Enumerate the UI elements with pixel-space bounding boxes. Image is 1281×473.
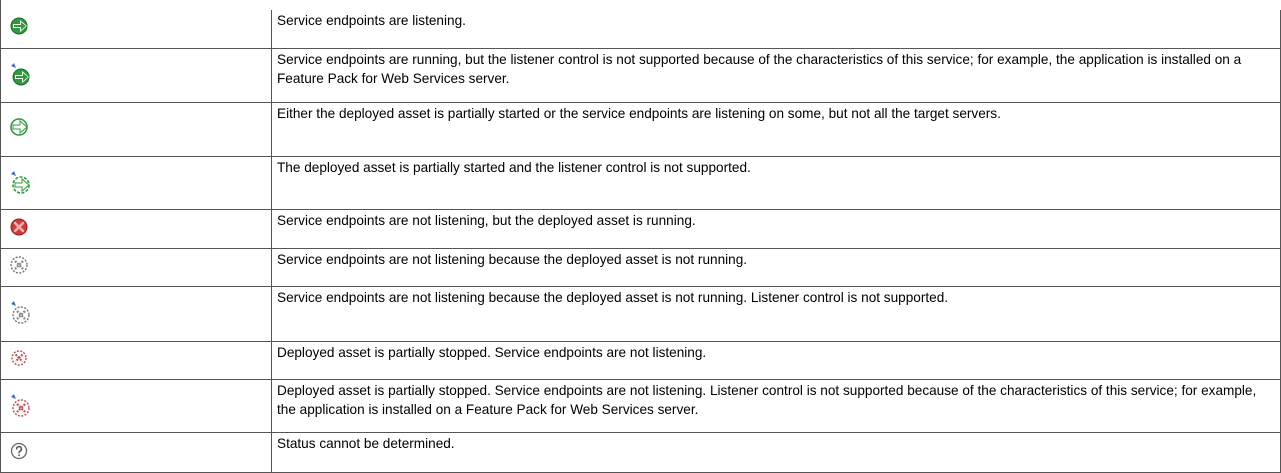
description-cell: Status cannot be determined.	[271, 432, 1281, 473]
table-row: Status cannot be determined.	[0, 432, 1281, 473]
table-row: Service endpoints are running, but the l…	[0, 47, 1281, 104]
partial-stop-icon	[9, 347, 31, 369]
description-cell: Deployed asset is partially stopped. Ser…	[271, 378, 1281, 434]
description-cell: Deployed asset is partially stopped. Ser…	[271, 340, 1281, 381]
red-x-icon	[9, 216, 31, 238]
table-top-border-stub	[0, 0, 1, 10]
table-row: Deployed asset is partially stopped. Ser…	[0, 378, 1281, 434]
table-row: Either the deployed asset is partially s…	[0, 102, 1281, 157]
icon-cell	[0, 378, 272, 434]
table-row: Service endpoints are not listening beca…	[0, 247, 1281, 288]
table-row: The deployed asset is partially started …	[0, 155, 1281, 211]
question-icon	[9, 439, 31, 461]
description-cell: Service endpoints are not listening beca…	[271, 286, 1281, 342]
description-cell: Service endpoints are not listening, but…	[271, 209, 1281, 249]
green-arrow-listener-unsupported-icon	[9, 62, 31, 86]
description-cell: Either the deployed asset is partially s…	[271, 102, 1281, 157]
icon-cell	[0, 340, 272, 381]
table-row: Deployed asset is partially stopped. Ser…	[0, 340, 1281, 381]
description-cell: Service endpoints are running, but the l…	[271, 47, 1281, 104]
table-row: Service endpoints are not listening beca…	[0, 286, 1281, 342]
partial-stop-listener-unsupported-icon	[9, 393, 31, 417]
icon-cell	[0, 102, 272, 157]
gray-x-listener-unsupported-icon	[9, 300, 31, 325]
icon-cell	[0, 47, 272, 104]
gray-x-icon	[9, 254, 31, 276]
icon-cell	[0, 209, 272, 249]
icon-cell	[0, 286, 272, 342]
table-row: Service endpoints are not listening, but…	[0, 209, 1281, 249]
status-legend-table: Service endpoints are listening. Service…	[0, 10, 1281, 473]
description-cell: Service endpoints are not listening beca…	[271, 247, 1281, 288]
icon-cell	[0, 10, 272, 49]
partial-arrow-listener-unsupported-icon	[9, 170, 31, 194]
description-cell: The deployed asset is partially started …	[271, 155, 1281, 211]
description-cell: Service endpoints are listening.	[271, 10, 1281, 49]
partial-arrow-icon	[9, 116, 31, 138]
icon-cell	[0, 432, 272, 473]
table-row: Service endpoints are listening.	[0, 10, 1281, 49]
icon-cell	[0, 247, 272, 288]
green-arrow-icon	[9, 15, 31, 37]
icon-cell	[0, 155, 272, 211]
